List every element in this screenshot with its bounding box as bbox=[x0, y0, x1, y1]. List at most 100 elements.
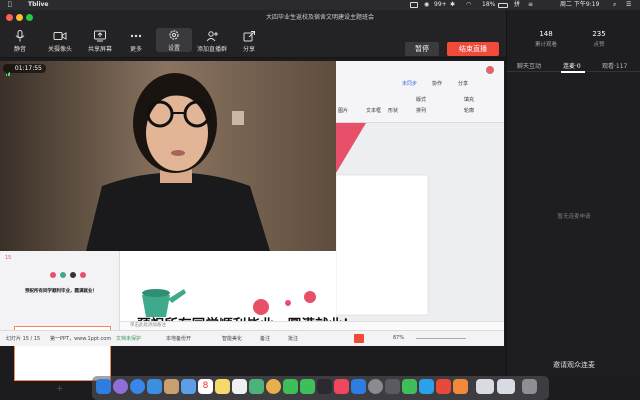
mute-button[interactable]: 静音 bbox=[0, 30, 40, 53]
calendar-icon[interactable]: 8 bbox=[198, 379, 213, 394]
user-avatar-icon[interactable] bbox=[486, 66, 494, 74]
battery-icon bbox=[498, 3, 508, 8]
camera-icon bbox=[53, 30, 67, 42]
likes-label: 点赞 bbox=[593, 42, 605, 48]
live-timer: 01:17:55 bbox=[3, 64, 46, 76]
collab-button[interactable]: 协作 bbox=[432, 80, 442, 87]
wps-icon[interactable] bbox=[436, 379, 451, 394]
music-icon[interactable] bbox=[334, 379, 349, 394]
recent-window-2-icon[interactable] bbox=[497, 379, 515, 394]
maps-icon[interactable] bbox=[249, 379, 264, 394]
image-button[interactable]: 图片 bbox=[338, 107, 348, 114]
siri-icon[interactable] bbox=[113, 379, 128, 394]
apple-icon[interactable]:  bbox=[8, 0, 12, 10]
notes-toggle-button[interactable]: 备注 bbox=[260, 335, 270, 342]
photos-icon[interactable] bbox=[266, 379, 281, 394]
comment-button[interactable]: 批注 bbox=[288, 335, 298, 342]
safari-icon[interactable] bbox=[130, 379, 145, 394]
system-preferences-icon[interactable] bbox=[368, 379, 383, 394]
spotlight-icon[interactable]: ⌕ bbox=[613, 0, 616, 10]
slide-canvas[interactable] bbox=[336, 123, 504, 321]
tab-chat[interactable]: 聊天互动 bbox=[517, 61, 541, 70]
pause-button[interactable]: 暂停 bbox=[405, 42, 439, 56]
interaction-panel: 148 累计观看 235 点赞 聊天互动 连麦·0 观看·117 暂无连麦申请 … bbox=[506, 10, 640, 376]
keyboard-layout-icon[interactable]: 拼 bbox=[514, 0, 520, 10]
layout-button[interactable]: 版式 bbox=[416, 96, 426, 103]
add-group-icon bbox=[205, 30, 219, 42]
slide-counter: 幻灯片 15 / 15 bbox=[6, 336, 41, 342]
add-live-group-label: 添加直播群 bbox=[196, 46, 227, 53]
views-stat: 148 累计观看 bbox=[521, 30, 571, 48]
doc-protection-status[interactable]: 文档未保护 bbox=[116, 335, 141, 342]
contacts-icon[interactable] bbox=[164, 379, 179, 394]
add-live-group-button[interactable]: 添加直播群 bbox=[192, 30, 232, 53]
add-slide-button[interactable]: + bbox=[56, 384, 64, 394]
mail-icon[interactable] bbox=[147, 379, 162, 394]
facetime-icon[interactable] bbox=[283, 379, 298, 394]
gear-icon bbox=[167, 29, 181, 41]
audio-app-icon[interactable] bbox=[385, 379, 400, 394]
share-icon bbox=[242, 30, 256, 42]
finder-icon[interactable] bbox=[96, 379, 111, 394]
share-button[interactable]: 分享 bbox=[232, 30, 266, 53]
wechat-status-icon[interactable]: ◉ bbox=[424, 0, 429, 10]
thumbnail-dots bbox=[50, 272, 86, 278]
qq-icon[interactable] bbox=[419, 379, 434, 394]
photo-booth-icon[interactable] bbox=[181, 379, 196, 394]
wifi-icon[interactable]: ◠ bbox=[466, 0, 471, 10]
textbox-button[interactable]: 文本框 bbox=[366, 107, 381, 114]
battery-percent[interactable]: 18% bbox=[482, 0, 495, 10]
menubar-clock[interactable]: 周二 下午9:19 bbox=[560, 0, 599, 10]
more-button[interactable]: 更多 bbox=[116, 30, 156, 53]
smart-beautify-button[interactable]: 智能美化 bbox=[222, 335, 242, 342]
wechat-icon[interactable] bbox=[402, 379, 417, 394]
macos-menu-bar:  Tblive ◉ 99+ ✱ ◠ 18% 拼 ≡ 周二 下午9:19 ⌕ ☰ bbox=[0, 0, 640, 10]
shape-button[interactable]: 形状 bbox=[388, 107, 398, 114]
share-label: 分享 bbox=[242, 46, 255, 53]
slide-decoration bbox=[336, 123, 429, 316]
tab-viewers[interactable]: 观看·117 bbox=[602, 61, 627, 70]
local-backup-status[interactable]: 本地备份开 bbox=[166, 335, 191, 342]
reminders-icon[interactable] bbox=[232, 379, 247, 394]
slide-main-area[interactable] bbox=[120, 251, 336, 321]
user-switch-icon[interactable]: ≡ bbox=[528, 0, 533, 10]
music-notes-icon[interactable] bbox=[317, 379, 332, 394]
camera-toggle-label: 关摄像头 bbox=[47, 46, 72, 53]
notes-area[interactable]: 单击此处添加备注 bbox=[120, 321, 504, 330]
unsynced-status[interactable]: 未同步 bbox=[402, 80, 417, 87]
ppt-share-button[interactable]: 分享 bbox=[458, 80, 468, 87]
tblive-icon[interactable] bbox=[453, 379, 468, 394]
play-slideshow-button[interactable] bbox=[354, 334, 364, 343]
control-center-icon[interactable]: ☰ bbox=[626, 0, 631, 10]
trash-icon[interactable] bbox=[522, 379, 537, 394]
messages-icon[interactable] bbox=[300, 379, 315, 394]
slide-illustration bbox=[142, 289, 316, 317]
zoom-slider[interactable] bbox=[416, 338, 466, 339]
macos-dock: 8 bbox=[92, 376, 549, 400]
settings-button[interactable]: 设置 bbox=[156, 28, 192, 52]
recent-window-icon[interactable] bbox=[476, 379, 494, 394]
zoom-level[interactable]: 87% bbox=[393, 335, 404, 341]
thumbnail-content: 预祝所有同学顺利毕业，圆满就业！ bbox=[15, 266, 110, 319]
views-count: 148 bbox=[539, 30, 553, 38]
thumb-index: 15 bbox=[5, 255, 12, 261]
fill-button[interactable]: 填充 bbox=[464, 96, 474, 103]
live-timer-text: 01:17:55 bbox=[14, 65, 42, 72]
no-requests-text: 暂无连麦申请 bbox=[557, 214, 591, 220]
tab-connect-mic[interactable]: 连麦·0 bbox=[563, 61, 581, 70]
end-live-button[interactable]: 结束直播 bbox=[447, 42, 499, 56]
arrange-button[interactable]: 排列 bbox=[416, 107, 426, 114]
invite-audience-button[interactable]: 邀请观众连麦 bbox=[507, 360, 640, 370]
views-label: 累计观看 bbox=[534, 42, 557, 48]
app-store-icon[interactable] bbox=[351, 379, 366, 394]
camera-toggle-button[interactable]: 关摄像头 bbox=[40, 30, 80, 53]
outline-button[interactable]: 轮廓 bbox=[464, 107, 474, 114]
notification-badge[interactable]: 99+ bbox=[434, 0, 447, 10]
share-screen-icon bbox=[93, 30, 107, 42]
notes-icon[interactable] bbox=[215, 379, 230, 394]
screen-icon[interactable] bbox=[410, 2, 418, 8]
bluetooth-icon[interactable]: ✱ bbox=[450, 0, 455, 10]
more-label: 更多 bbox=[129, 46, 142, 53]
share-screen-button[interactable]: 共享屏幕 bbox=[80, 30, 120, 53]
app-menu-name[interactable]: Tblive bbox=[28, 0, 48, 10]
